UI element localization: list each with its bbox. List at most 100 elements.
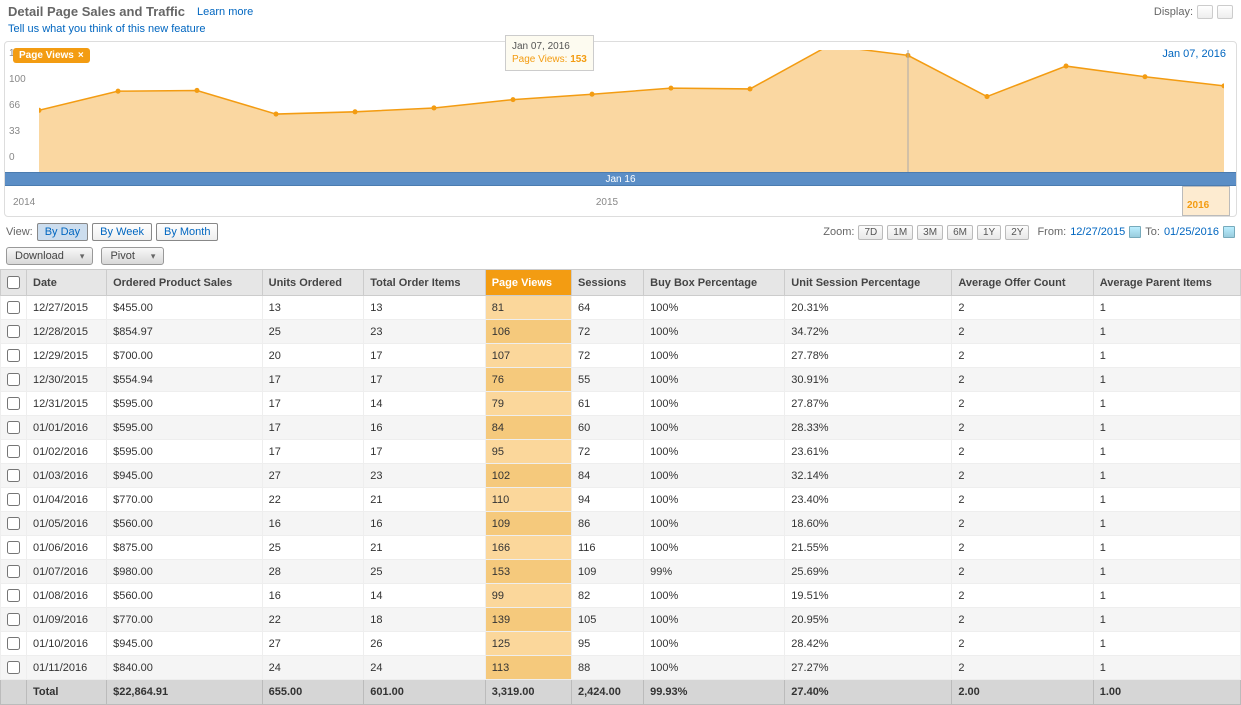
cell-pv: 109 bbox=[485, 512, 571, 536]
col-toi[interactable]: Total Order Items bbox=[364, 270, 485, 296]
row-checkbox[interactable] bbox=[7, 613, 20, 626]
zoom-1y[interactable]: 1Y bbox=[977, 225, 1001, 240]
ytick: 33 bbox=[9, 126, 20, 137]
from-date[interactable]: 12/27/2015 bbox=[1070, 226, 1125, 238]
cell-sessions: 95 bbox=[572, 632, 644, 656]
cell-units: 17 bbox=[262, 416, 364, 440]
cell-units: 16 bbox=[262, 584, 364, 608]
cell-toi: 26 bbox=[364, 632, 485, 656]
row-checkbox[interactable] bbox=[7, 445, 20, 458]
row-checkbox[interactable] bbox=[7, 517, 20, 530]
cell-toi: 17 bbox=[364, 440, 485, 464]
zoom-3m[interactable]: 3M bbox=[917, 225, 943, 240]
overview-selection[interactable]: 2016 bbox=[1182, 186, 1230, 216]
view-by-month[interactable]: By Month bbox=[156, 223, 218, 241]
cell-sessions: 72 bbox=[572, 440, 644, 464]
cell-api: 1 bbox=[1093, 392, 1240, 416]
row-checkbox[interactable] bbox=[7, 421, 20, 434]
col-pv[interactable]: Page Views bbox=[485, 270, 571, 296]
download-dropdown[interactable]: Download bbox=[6, 247, 93, 265]
cell-aoc: 2 bbox=[952, 632, 1093, 656]
metric-chip[interactable]: Page Views× bbox=[13, 48, 90, 63]
zoom-7d[interactable]: 7D bbox=[858, 225, 883, 240]
cell-units: 17 bbox=[262, 440, 364, 464]
col-date[interactable]: Date bbox=[27, 270, 107, 296]
row-checkbox[interactable] bbox=[7, 325, 20, 338]
feedback-link[interactable]: Tell us what you think of this new featu… bbox=[8, 23, 206, 35]
col-aoc[interactable]: Average Offer Count bbox=[952, 270, 1093, 296]
cell-ops: $554.94 bbox=[107, 368, 263, 392]
calendar-icon[interactable] bbox=[1129, 226, 1141, 238]
zoom-1m[interactable]: 1M bbox=[887, 225, 913, 240]
select-all-header[interactable] bbox=[1, 270, 27, 296]
overview-strip[interactable]: 2014 2015 2016 bbox=[5, 186, 1236, 216]
cell-date: 01/01/2016 bbox=[27, 416, 107, 440]
cell-aoc: 2 bbox=[952, 488, 1093, 512]
cell-aoc: 2 bbox=[952, 368, 1093, 392]
display-grid-icon[interactable] bbox=[1197, 5, 1213, 19]
row-checkbox[interactable] bbox=[7, 661, 20, 674]
cell-toi: 24 bbox=[364, 656, 485, 680]
row-checkbox[interactable] bbox=[7, 493, 20, 506]
zoom-6m[interactable]: 6M bbox=[947, 225, 973, 240]
to-date[interactable]: 01/25/2016 bbox=[1164, 226, 1219, 238]
cell-bbp: 100% bbox=[644, 512, 785, 536]
total-pv: 3,319.00 bbox=[485, 680, 571, 705]
view-by-day[interactable]: By Day bbox=[37, 223, 88, 241]
display-chart-icon[interactable] bbox=[1217, 5, 1233, 19]
table-row: 01/04/2016$770.00222111094100%23.40%21 bbox=[1, 488, 1241, 512]
col-sessions[interactable]: Sessions bbox=[572, 270, 644, 296]
cell-sessions: 72 bbox=[572, 320, 644, 344]
total-toi: 601.00 bbox=[364, 680, 485, 705]
row-checkbox[interactable] bbox=[7, 637, 20, 650]
cell-date: 01/08/2016 bbox=[27, 584, 107, 608]
close-icon[interactable]: × bbox=[78, 50, 84, 61]
col-ops[interactable]: Ordered Product Sales bbox=[107, 270, 263, 296]
cell-date: 01/02/2016 bbox=[27, 440, 107, 464]
calendar-icon[interactable] bbox=[1223, 226, 1235, 238]
cell-date: 01/06/2016 bbox=[27, 536, 107, 560]
view-by-week[interactable]: By Week bbox=[92, 223, 152, 241]
cell-ops: $700.00 bbox=[107, 344, 263, 368]
table-row: 01/05/2016$560.00161610986100%18.60%21 bbox=[1, 512, 1241, 536]
cell-units: 22 bbox=[262, 608, 364, 632]
cell-aoc: 2 bbox=[952, 536, 1093, 560]
row-checkbox[interactable] bbox=[7, 397, 20, 410]
cell-pv: 81 bbox=[485, 296, 571, 320]
table-row: 01/09/2016$770.002218139105100%20.95%21 bbox=[1, 608, 1241, 632]
chart-body[interactable]: 133 100 66 33 0 bbox=[5, 42, 1236, 172]
nav-band[interactable]: Jan 16 bbox=[5, 172, 1236, 186]
row-checkbox[interactable] bbox=[7, 301, 20, 314]
table-toolbar: Download Pivot bbox=[0, 247, 1241, 269]
total-aoc: 2.00 bbox=[952, 680, 1093, 705]
row-checkbox[interactable] bbox=[7, 589, 20, 602]
row-checkbox[interactable] bbox=[7, 349, 20, 362]
cell-toi: 21 bbox=[364, 536, 485, 560]
cell-units: 27 bbox=[262, 464, 364, 488]
cell-ops: $595.00 bbox=[107, 440, 263, 464]
cell-usp: 27.78% bbox=[785, 344, 952, 368]
col-bbp[interactable]: Buy Box Percentage bbox=[644, 270, 785, 296]
row-checkbox[interactable] bbox=[7, 565, 20, 578]
total-bbp: 99.93% bbox=[644, 680, 785, 705]
table-row: 12/28/2015$854.97252310672100%34.72%21 bbox=[1, 320, 1241, 344]
row-checkbox[interactable] bbox=[7, 541, 20, 554]
cell-toi: 17 bbox=[364, 368, 485, 392]
cell-bbp: 100% bbox=[644, 440, 785, 464]
pivot-dropdown[interactable]: Pivot bbox=[101, 247, 164, 265]
zoom-2y[interactable]: 2Y bbox=[1005, 225, 1029, 240]
cell-bbp: 100% bbox=[644, 296, 785, 320]
cell-aoc: 2 bbox=[952, 320, 1093, 344]
select-all-checkbox[interactable] bbox=[7, 276, 20, 289]
cell-units: 27 bbox=[262, 632, 364, 656]
col-api[interactable]: Average Parent Items bbox=[1093, 270, 1240, 296]
row-checkbox[interactable] bbox=[7, 373, 20, 386]
col-usp[interactable]: Unit Session Percentage bbox=[785, 270, 952, 296]
cell-pv: 113 bbox=[485, 656, 571, 680]
cell-ops: $595.00 bbox=[107, 392, 263, 416]
col-units[interactable]: Units Ordered bbox=[262, 270, 364, 296]
row-checkbox[interactable] bbox=[7, 469, 20, 482]
learn-more-link[interactable]: Learn more bbox=[197, 6, 253, 18]
cell-usp: 30.91% bbox=[785, 368, 952, 392]
cell-pv: 84 bbox=[485, 416, 571, 440]
